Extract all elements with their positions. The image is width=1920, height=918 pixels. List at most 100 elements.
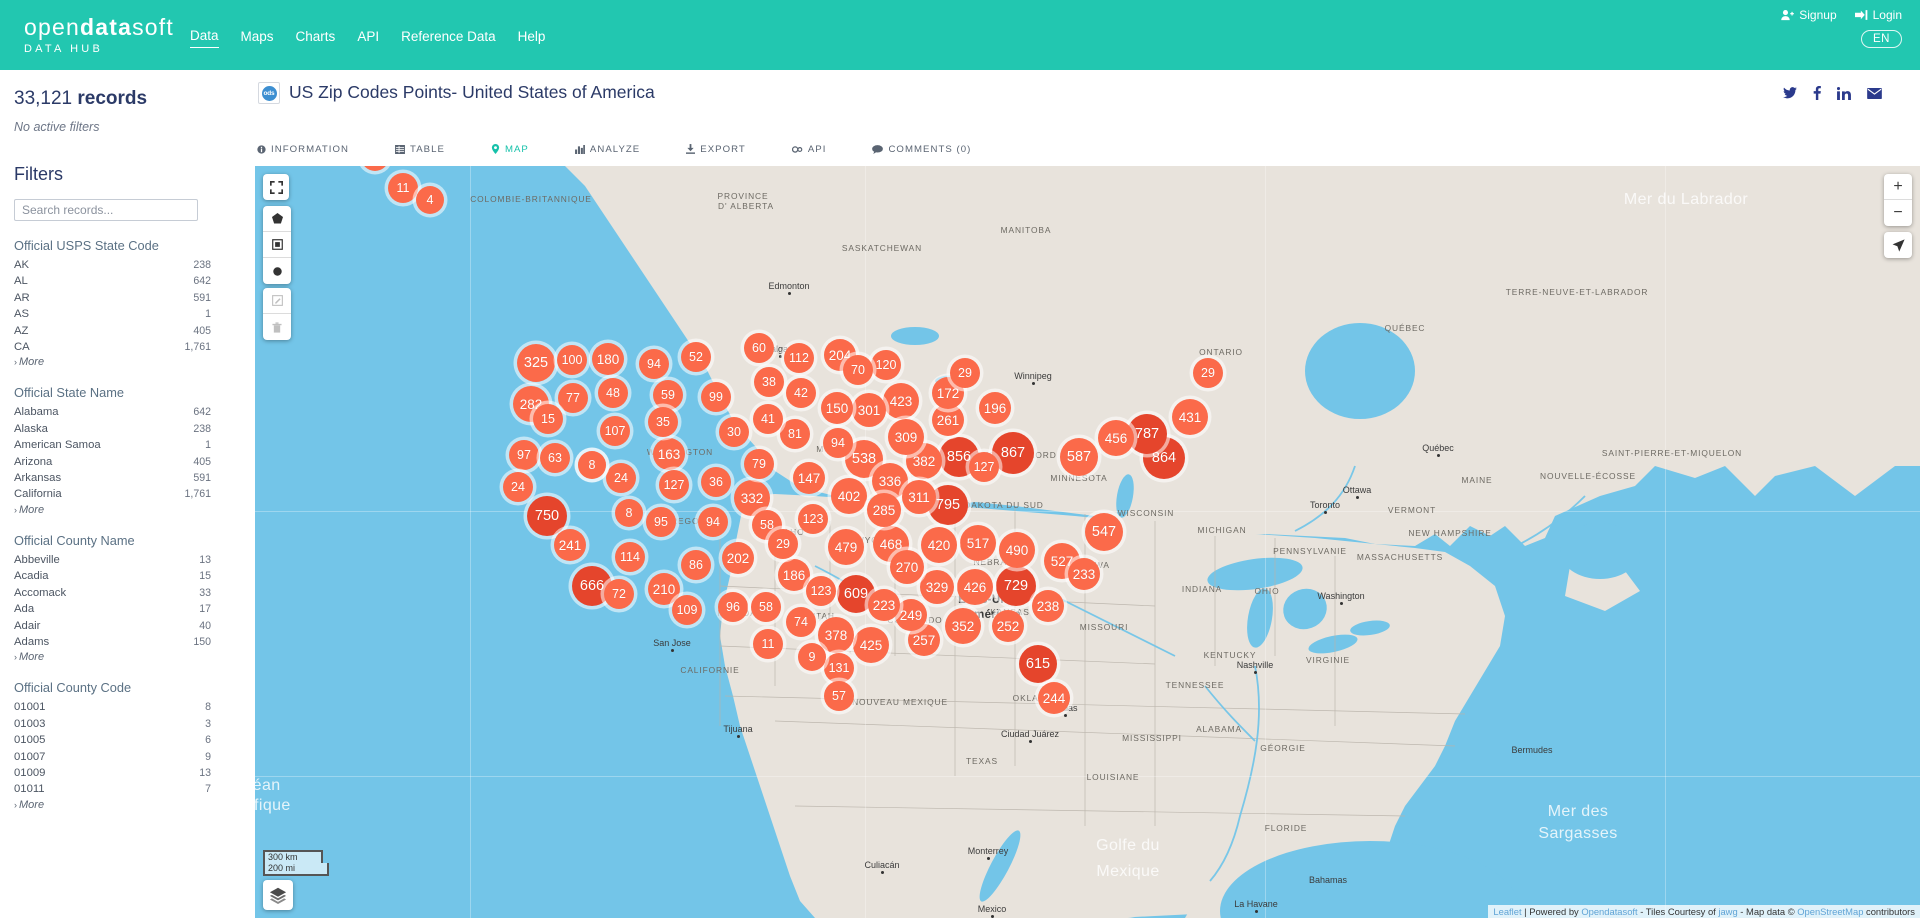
- cluster-marker[interactable]: 11: [753, 629, 783, 659]
- cluster-marker[interactable]: 120: [871, 350, 901, 380]
- facet-row[interactable]: Alaska238: [14, 421, 235, 437]
- cluster-marker[interactable]: 131: [824, 653, 854, 683]
- cluster-marker[interactable]: 402: [831, 478, 867, 514]
- cluster-marker[interactable]: 81: [780, 419, 810, 449]
- cluster-marker[interactable]: 127: [969, 452, 999, 482]
- cluster-marker[interactable]: 42: [786, 378, 816, 408]
- zoom-in-button[interactable]: +: [1884, 174, 1912, 200]
- edit-shape-button[interactable]: [263, 288, 291, 314]
- cluster-marker[interactable]: 301: [852, 393, 886, 427]
- facet-row[interactable]: Arizona405: [14, 454, 235, 470]
- cluster-marker[interactable]: 490: [999, 532, 1035, 568]
- twitter-icon[interactable]: [1783, 87, 1797, 99]
- cluster-marker[interactable]: 147: [793, 462, 825, 494]
- cluster-marker[interactable]: 252: [992, 610, 1024, 642]
- cluster-marker[interactable]: 72: [604, 579, 634, 609]
- email-icon[interactable]: [1867, 88, 1882, 99]
- signup-button[interactable]: Signup: [1781, 8, 1836, 22]
- login-button[interactable]: Login: [1855, 8, 1902, 22]
- tab-information[interactable]: INFORMATION: [257, 132, 349, 166]
- nav-item-maps[interactable]: Maps: [241, 29, 274, 48]
- delete-shape-button[interactable]: [263, 314, 291, 340]
- cluster-marker[interactable]: 163: [653, 438, 685, 470]
- cluster-marker[interactable]: 94: [639, 349, 669, 379]
- cluster-marker[interactable]: 270: [890, 550, 924, 584]
- cluster-marker[interactable]: 96: [718, 592, 748, 622]
- cluster-marker[interactable]: 41: [753, 404, 783, 434]
- facet-row[interactable]: 010117: [14, 781, 235, 797]
- facet-more-button[interactable]: ›More: [14, 799, 235, 811]
- facet-row[interactable]: 0100913: [14, 765, 235, 781]
- facet-row[interactable]: AZ405: [14, 323, 235, 339]
- cluster-marker[interactable]: 8: [578, 451, 606, 479]
- cluster-marker[interactable]: 615: [1019, 645, 1057, 683]
- cluster-marker[interactable]: 186: [778, 559, 810, 591]
- cluster-marker[interactable]: 95: [646, 507, 676, 537]
- cluster-marker[interactable]: 114: [615, 542, 645, 572]
- cluster-marker[interactable]: 311: [902, 480, 936, 514]
- cluster-marker[interactable]: 112: [784, 343, 814, 373]
- cluster-marker[interactable]: 30: [719, 417, 749, 447]
- cluster-marker[interactable]: 456: [1098, 420, 1134, 456]
- facet-row[interactable]: 010079: [14, 749, 235, 765]
- cluster-marker[interactable]: 99: [701, 382, 731, 412]
- language-selector[interactable]: EN: [1861, 30, 1902, 48]
- facet-row[interactable]: Acadia15: [14, 568, 235, 584]
- facet-row[interactable]: American Samoa1: [14, 437, 235, 453]
- cluster-marker[interactable]: 309: [888, 419, 924, 455]
- cluster-marker[interactable]: 729: [996, 566, 1036, 606]
- facebook-icon[interactable]: [1813, 86, 1821, 100]
- cluster-marker[interactable]: 60: [744, 333, 774, 363]
- tab-api[interactable]: API: [792, 132, 827, 166]
- locate-me-button[interactable]: [1884, 232, 1912, 258]
- zoom-out-button[interactable]: −: [1884, 200, 1912, 226]
- facet-row[interactable]: AS1: [14, 306, 235, 322]
- nav-item-charts[interactable]: Charts: [296, 29, 336, 48]
- facet-row[interactable]: AL642: [14, 273, 235, 289]
- facet-row[interactable]: Adams150: [14, 634, 235, 650]
- facet-row[interactable]: 010018: [14, 699, 235, 715]
- facet-row[interactable]: Alabama642: [14, 404, 235, 420]
- cluster-marker[interactable]: 325: [517, 344, 555, 382]
- cluster-marker[interactable]: 70: [843, 355, 873, 385]
- facet-row[interactable]: 010033: [14, 716, 235, 732]
- draw-polygon-button[interactable]: [263, 206, 291, 232]
- facet-row[interactable]: Arkansas591: [14, 470, 235, 486]
- tab-table[interactable]: TABLE: [395, 132, 445, 166]
- cluster-marker[interactable]: 58: [751, 592, 781, 622]
- cluster-marker[interactable]: 223: [868, 589, 900, 621]
- draw-circle-button[interactable]: [263, 258, 291, 284]
- facet-row[interactable]: CA1,761: [14, 339, 235, 355]
- cluster-marker[interactable]: 35: [648, 407, 678, 437]
- map-canvas[interactable]: COLOMBIE-BRITANNIQUEPROVINCED' ALBERTASA…: [255, 166, 1920, 918]
- openstreetmap-link[interactable]: OpenStreetMap: [1797, 906, 1863, 917]
- tab-analyze[interactable]: ANALYZE: [575, 132, 640, 166]
- cluster-marker[interactable]: 4: [416, 186, 444, 214]
- cluster-marker[interactable]: 24: [606, 463, 636, 493]
- facet-row[interactable]: California1,761: [14, 486, 235, 502]
- cluster-marker[interactable]: 94: [698, 507, 728, 537]
- cluster-marker[interactable]: 107: [600, 416, 630, 446]
- cluster-marker[interactable]: 241: [554, 529, 586, 561]
- cluster-marker[interactable]: 202: [722, 542, 754, 574]
- cluster-marker[interactable]: 123: [798, 504, 828, 534]
- cluster-marker[interactable]: 750: [527, 496, 567, 536]
- facet-row[interactable]: Adair40: [14, 618, 235, 634]
- cluster-marker[interactable]: 238: [1032, 590, 1064, 622]
- cluster-marker[interactable]: 97: [509, 440, 539, 470]
- facet-row[interactable]: AK238: [14, 257, 235, 273]
- cluster-marker[interactable]: 425: [853, 627, 889, 663]
- cluster-marker[interactable]: 423: [883, 383, 919, 419]
- cluster-marker[interactable]: 38: [754, 367, 784, 397]
- cluster-marker[interactable]: 517: [960, 525, 996, 561]
- facet-row[interactable]: 010056: [14, 732, 235, 748]
- nav-item-reference-data[interactable]: Reference Data: [401, 29, 496, 48]
- cluster-marker[interactable]: 285: [867, 493, 901, 527]
- linkedin-icon[interactable]: [1837, 87, 1851, 100]
- nav-item-help[interactable]: Help: [518, 29, 546, 48]
- cluster-marker[interactable]: 79: [744, 449, 774, 479]
- cluster-marker[interactable]: 11: [388, 173, 418, 203]
- cluster-marker[interactable]: 426: [957, 569, 993, 605]
- cluster-marker[interactable]: 378: [818, 617, 854, 653]
- facet-row[interactable]: AR591: [14, 290, 235, 306]
